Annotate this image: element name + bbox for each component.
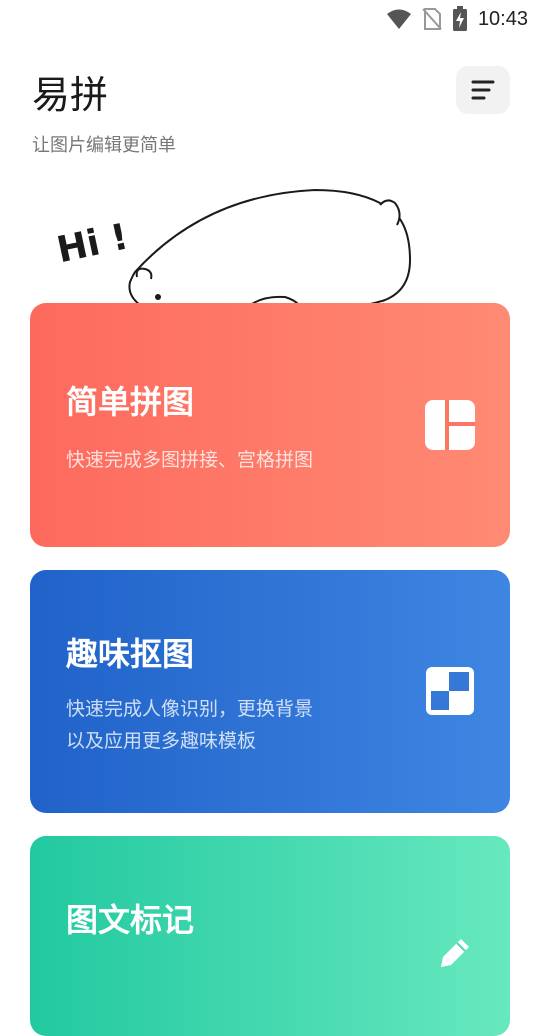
collage-card-title: 简单拼图 — [66, 383, 195, 421]
app-subtitle: 让图片编辑更简单 — [32, 135, 176, 156]
cutout-card-desc-line2: 以及应用更多趣味模板 — [66, 730, 257, 752]
collage-grid-icon — [425, 400, 475, 450]
battery-charging-icon — [452, 6, 467, 31]
cutout-card-desc-line1: 快速完成人像识别，更换背景 — [66, 698, 314, 720]
status-bar: 10:43 — [0, 0, 540, 38]
collage-card-desc: 快速完成多图拼接、宫格拼图 — [66, 449, 314, 471]
menu-button[interactable] — [456, 66, 510, 114]
menu-lines-icon — [471, 80, 495, 100]
collage-card[interactable]: 简单拼图 快速完成多图拼接、宫格拼图 — [30, 303, 510, 547]
status-icons: 10:43 — [386, 6, 528, 32]
wifi-icon — [386, 9, 411, 29]
markup-card-title: 图文标记 — [66, 901, 195, 939]
app-title: 易拼 — [32, 73, 109, 117]
pencil-icon — [441, 939, 469, 967]
cutout-card-title: 趣味抠图 — [66, 635, 195, 673]
markup-card[interactable]: 图文标记 — [30, 836, 510, 1036]
greeting-text: Hi ! — [55, 216, 132, 271]
cutout-icon — [426, 667, 474, 715]
status-time: 10:43 — [477, 7, 528, 30]
no-sim-icon — [422, 8, 442, 30]
cutout-card[interactable]: 趣味抠图 快速完成人像识别，更换背景 以及应用更多趣味模板 — [30, 570, 510, 813]
